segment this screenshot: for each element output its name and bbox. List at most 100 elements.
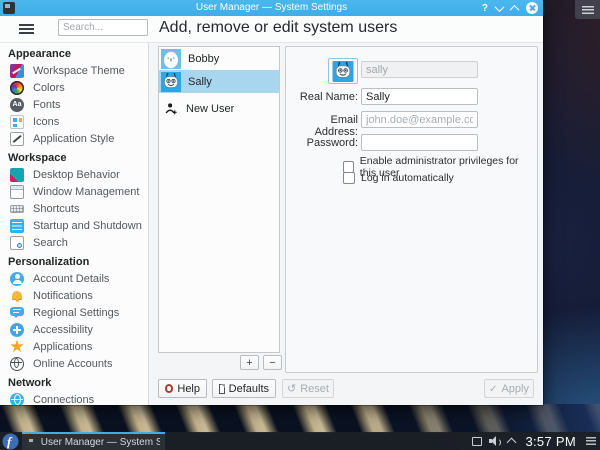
startup-shutdown-icon <box>10 219 24 233</box>
password-label: Password: <box>288 137 358 149</box>
sidebar-item-workspace-theme[interactable]: Workspace Theme <box>0 62 148 79</box>
defaults-button[interactable]: Defaults <box>212 379 276 398</box>
user-name: Sally <box>188 76 212 88</box>
volume-wave <box>492 438 501 447</box>
avatar-button[interactable] <box>328 58 358 84</box>
auto-login-label: Log in automatically <box>361 172 454 184</box>
sidebar-item-shortcuts[interactable]: Shortcuts <box>0 200 148 217</box>
maximize-button[interactable] <box>510 4 520 14</box>
toolbar: Add, remove or edit system users <box>0 16 543 43</box>
taskbar: f User Manager — System Se... 3:57 PM <box>0 432 600 450</box>
volume-icon[interactable] <box>489 436 501 446</box>
apply-check-icon <box>489 383 497 395</box>
sidebar-item-accessibility[interactable]: Accessibility <box>0 321 148 338</box>
wallpaper-stripes <box>0 404 600 433</box>
task-app-icon <box>27 437 36 447</box>
reset-button[interactable]: Reset <box>282 379 334 398</box>
sidebar-item-label: Application Style <box>33 133 114 145</box>
help-button[interactable]: Help <box>158 379 207 398</box>
shortcuts-icon <box>10 205 24 213</box>
sidebar-item-label: Connections <box>33 394 94 406</box>
sidebar-item-connections[interactable]: Connections <box>0 391 148 405</box>
fonts-icon <box>10 98 24 112</box>
sidebar-item-search[interactable]: Search <box>0 234 148 251</box>
user-row-sally[interactable]: Sally <box>159 70 279 93</box>
tray-expand-icon[interactable] <box>507 438 517 448</box>
sidebar-item-icons[interactable]: Icons <box>0 113 148 130</box>
sidebar-item-label: Startup and Shutdown <box>33 220 142 232</box>
titlebar-help-button[interactable]: ? <box>482 3 488 14</box>
desktop-toolbox-button[interactable] <box>575 0 600 19</box>
user-name: New User <box>186 103 234 115</box>
apply-button[interactable]: Apply <box>484 379 534 398</box>
sidebar-section-network: Network <box>0 372 148 391</box>
reset-button-label: Reset <box>300 383 329 395</box>
password-field[interactable] <box>361 134 478 151</box>
clipboard-icon[interactable] <box>472 437 482 446</box>
defaults-button-label: Defaults <box>229 383 269 395</box>
auto-login-checkbox[interactable] <box>343 172 355 184</box>
search-input[interactable] <box>58 19 148 36</box>
accessibility-icon <box>10 323 24 337</box>
titlebar-buttons: ? <box>482 0 538 16</box>
sidebar-item-label: Search <box>33 237 68 249</box>
sidebar: Appearance Workspace Theme Colors Fonts … <box>0 43 149 405</box>
email-field[interactable] <box>361 111 478 128</box>
sidebar-item-fonts[interactable]: Fonts <box>0 96 148 113</box>
sidebar-item-label: Desktop Behavior <box>33 169 120 181</box>
search-doc-icon <box>10 236 24 250</box>
sidebar-item-label: Icons <box>33 116 59 128</box>
user-name: Bobby <box>188 53 219 65</box>
apply-button-label: Apply <box>501 383 529 395</box>
sidebar-item-label: Workspace Theme <box>33 65 125 77</box>
real-name-field[interactable] <box>361 88 478 105</box>
account-details-icon <box>10 272 24 286</box>
sidebar-item-regional-settings[interactable]: Regional Settings <box>0 304 148 321</box>
real-name-label: Real Name: <box>288 91 358 103</box>
sidebar-item-desktop-behavior[interactable]: Desktop Behavior <box>0 166 148 183</box>
application-launcher-button[interactable]: f <box>2 433 19 449</box>
main-content: Bobby S <box>149 43 543 405</box>
regional-settings-icon <box>10 306 24 320</box>
user-details-panel: Real Name: Email Address: Password: Enab… <box>285 46 538 373</box>
sidebar-item-label: Applications <box>33 341 92 353</box>
sally-avatar <box>161 72 181 92</box>
hamburger-icon <box>582 6 594 14</box>
sidebar-item-startup-and-shutdown[interactable]: Startup and Shutdown <box>0 217 148 234</box>
add-user-button[interactable]: + <box>240 355 259 370</box>
colors-icon <box>10 81 24 95</box>
sidebar-item-account-details[interactable]: Account Details <box>0 270 148 287</box>
sidebar-item-label: Online Accounts <box>33 358 113 370</box>
titlebar[interactable]: User Manager — System Settings ? <box>0 0 543 16</box>
sidebar-item-label: Notifications <box>33 290 93 302</box>
menu-hamburger-icon[interactable] <box>19 24 34 34</box>
taskbar-task-user-manager[interactable]: User Manager — System Se... <box>22 432 165 450</box>
window-title: User Manager — System Settings <box>0 2 543 13</box>
sidebar-section-personalization: Personalization <box>0 251 148 270</box>
sidebar-item-application-style[interactable]: Application Style <box>0 130 148 147</box>
user-row-new-user[interactable]: New User <box>159 97 279 120</box>
panel-toolbox-icon[interactable] <box>586 437 596 445</box>
sidebar-item-label: Colors <box>33 82 65 94</box>
auto-login-row: Log in automatically <box>343 172 454 184</box>
help-icon <box>165 384 173 393</box>
clock[interactable]: 3:57 PM <box>525 434 576 449</box>
user-row-bobby[interactable]: Bobby <box>159 47 279 70</box>
system-settings-window: User Manager — System Settings ? Add, re… <box>0 0 543 405</box>
online-accounts-icon <box>10 357 24 371</box>
close-button[interactable] <box>526 2 538 14</box>
username-field <box>361 61 478 78</box>
sidebar-item-window-management[interactable]: Window Management <box>0 183 148 200</box>
sidebar-item-label: Account Details <box>33 273 109 285</box>
sidebar-section-appearance: Appearance <box>0 43 148 62</box>
minimize-button[interactable] <box>495 2 505 12</box>
sidebar-item-label: Accessibility <box>33 324 93 336</box>
sidebar-item-notifications[interactable]: Notifications <box>0 287 148 304</box>
workspace-theme-icon <box>10 64 24 78</box>
sidebar-item-online-accounts[interactable]: Online Accounts <box>0 355 148 372</box>
sidebar-section-workspace: Workspace <box>0 147 148 166</box>
remove-user-button[interactable]: − <box>263 355 282 370</box>
defaults-icon <box>219 384 225 394</box>
sidebar-item-applications[interactable]: Applications <box>0 338 148 355</box>
sidebar-item-colors[interactable]: Colors <box>0 79 148 96</box>
